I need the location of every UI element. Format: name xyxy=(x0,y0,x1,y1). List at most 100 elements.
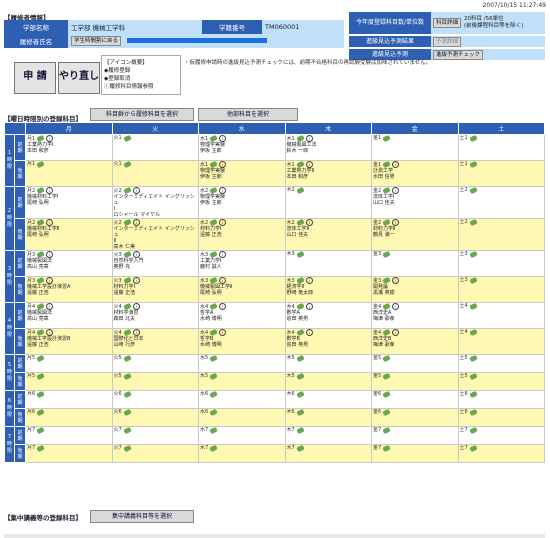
info-icon[interactable]: i xyxy=(219,161,227,168)
info-icon[interactable]: i xyxy=(392,329,400,336)
register-pencil-icon[interactable] xyxy=(382,373,391,380)
timetable-cell[interactable]: 月1 i 工業熱力学Ⅰ 本田 和彦 xyxy=(25,134,113,161)
register-pencil-icon[interactable] xyxy=(468,427,478,434)
register-pencil-icon[interactable] xyxy=(382,355,391,362)
info-icon[interactable]: i xyxy=(219,219,227,226)
timetable-cell[interactable]: 月3 i 機械製図法 高山 亮章 xyxy=(25,250,113,277)
register-pencil-icon[interactable] xyxy=(468,219,478,226)
promotion-check-button[interactable]: 進級予測チェック xyxy=(433,49,484,60)
timetable-cell[interactable]: 木7 xyxy=(284,444,372,463)
timetable-cell[interactable]: 水6 xyxy=(198,390,286,409)
info-icon[interactable]: i xyxy=(392,277,400,284)
timetable-cell[interactable]: 木3 i 経済学Ⅱ 野崎 竜太郎 xyxy=(284,276,372,303)
register-pencil-icon[interactable] xyxy=(382,409,391,416)
register-pencil-icon[interactable] xyxy=(122,135,132,142)
timetable-cell[interactable]: 土2 xyxy=(457,186,545,219)
register-pencil-icon[interactable] xyxy=(36,391,45,398)
timetable-cell[interactable]: 木6 xyxy=(284,408,372,427)
timetable-cell[interactable]: 月1 xyxy=(25,160,113,187)
register-pencil-icon[interactable] xyxy=(468,303,478,310)
register-pencil-icon[interactable] xyxy=(36,373,45,380)
register-pencil-icon[interactable] xyxy=(468,135,478,142)
register-pencil-icon[interactable] xyxy=(209,427,218,434)
info-icon[interactable]: i xyxy=(46,251,54,258)
register-pencil-icon[interactable] xyxy=(468,187,478,194)
register-pencil-icon[interactable] xyxy=(209,409,218,416)
register-pencil-icon[interactable] xyxy=(122,391,132,398)
register-pencil-icon[interactable] xyxy=(295,373,305,380)
timetable-cell[interactable]: 金6 xyxy=(371,408,459,427)
timetable-cell[interactable]: 金5 xyxy=(371,354,459,373)
timetable-cell[interactable]: 土6 xyxy=(457,390,545,409)
prediction-detail-button[interactable]: 予測詳細 xyxy=(433,36,462,47)
timetable-cell[interactable]: 木6 xyxy=(284,390,372,409)
timetable-cell[interactable]: 火5 xyxy=(111,372,199,391)
redo-button[interactable]: やり直し xyxy=(58,62,100,94)
info-icon[interactable]: i xyxy=(132,277,140,284)
info-icon[interactable]: i xyxy=(219,277,227,284)
register-pencil-icon[interactable] xyxy=(209,355,218,362)
timetable-cell[interactable]: 土7 xyxy=(457,426,545,445)
select-intensive-button[interactable]: 集中講義科目等を選択 xyxy=(90,510,194,523)
schedule-return-button[interactable]: 学生時間割に戻る xyxy=(71,36,122,46)
timetable-cell[interactable]: 月6 xyxy=(25,408,113,427)
timetable-cell[interactable]: 火5 xyxy=(111,354,199,373)
timetable-cell[interactable]: 月3 i 機械工学設計演習A 遠藤 正浩 xyxy=(25,276,113,303)
info-icon[interactable]: i xyxy=(392,161,400,168)
timetable-cell[interactable]: 水1 i 物理学実験 伊坂 主郎 xyxy=(198,134,286,161)
timetable-cell[interactable]: 金4 i 西洋史A 梅津 歌孝 xyxy=(371,302,459,329)
timetable-cell[interactable]: 月2 i 機械材料工学Ⅱ 尾崎 弘明 xyxy=(25,218,113,251)
timetable-cell[interactable]: 火1 xyxy=(111,134,199,161)
info-icon[interactable]: i xyxy=(392,303,400,310)
timetable-cell[interactable]: 水6 xyxy=(198,408,286,427)
timetable-cell[interactable]: 金1 xyxy=(371,134,459,161)
register-pencil-icon[interactable] xyxy=(295,187,305,194)
timetable-cell[interactable]: 火3 i 自然科学入門 奥野 充 xyxy=(111,250,199,277)
info-icon[interactable]: i xyxy=(46,329,54,336)
timetable-cell[interactable]: 木2 xyxy=(284,186,372,219)
info-icon[interactable]: i xyxy=(46,135,54,142)
register-pencil-icon[interactable] xyxy=(468,391,478,398)
info-icon[interactable]: i xyxy=(392,187,400,194)
info-icon[interactable]: i xyxy=(132,329,140,336)
timetable-cell[interactable]: 火6 xyxy=(111,408,199,427)
timetable-cell[interactable]: 水7 xyxy=(198,426,286,445)
timetable-cell[interactable]: 金4 i 西洋史B 梅津 歌孝 xyxy=(371,328,459,355)
timetable-cell[interactable]: 金5 xyxy=(371,372,459,391)
timetable-cell[interactable]: 金7 xyxy=(371,426,459,445)
timetable-cell[interactable]: 木4 i 數学A 追田 英男 xyxy=(284,302,372,329)
info-icon[interactable]: i xyxy=(305,135,313,142)
timetable-cell[interactable]: 木1 i 機械製図工法 鈴木 一郎 xyxy=(284,134,372,161)
timetable-cell[interactable]: 水5 xyxy=(198,372,286,391)
timetable-cell[interactable]: 金3 xyxy=(371,250,459,277)
timetable-cell[interactable]: 土5 xyxy=(457,372,545,391)
timetable-cell[interactable]: 月4 i 機械工学設計演習B 遠藤 正浩 xyxy=(25,328,113,355)
register-pencil-icon[interactable] xyxy=(468,445,478,452)
info-icon[interactable]: i xyxy=(305,277,313,284)
info-icon[interactable]: i xyxy=(305,303,313,310)
timetable-cell[interactable]: 金3 i 開発論 黒瀬 英樹 xyxy=(371,276,459,303)
register-pencil-icon[interactable] xyxy=(295,251,305,258)
register-pencil-icon[interactable] xyxy=(468,373,478,380)
apply-button[interactable]: 申 請 xyxy=(14,62,56,94)
register-pencil-icon[interactable] xyxy=(382,391,391,398)
timetable-cell[interactable]: 木7 xyxy=(284,426,372,445)
timetable-cell[interactable]: 土1 xyxy=(457,160,545,187)
timetable-cell[interactable]: 月4 i 機械製図法 高山 亮章 xyxy=(25,302,113,329)
timetable-cell[interactable]: 金2 i 材料力学Ⅱ 鶴見 満一 xyxy=(371,218,459,251)
timetable-cell[interactable]: 金7 xyxy=(371,444,459,463)
info-icon[interactable]: i xyxy=(219,251,227,258)
timetable-cell[interactable]: 木1 i 工業熱力学Ⅱ 本田 和彦 xyxy=(284,160,372,187)
register-pencil-icon[interactable] xyxy=(209,391,218,398)
register-pencil-icon[interactable] xyxy=(295,355,305,362)
register-pencil-icon[interactable] xyxy=(122,161,132,168)
info-icon[interactable]: i xyxy=(305,161,313,168)
register-pencil-icon[interactable] xyxy=(122,445,132,452)
timetable-cell[interactable]: 火6 xyxy=(111,390,199,409)
register-pencil-icon[interactable] xyxy=(36,427,45,434)
register-pencil-icon[interactable] xyxy=(295,391,305,398)
timetable-cell[interactable]: 火4 i 国際化と日本 山崎 行彦 xyxy=(111,328,199,355)
register-pencil-icon[interactable] xyxy=(382,427,391,434)
info-icon[interactable]: i xyxy=(132,303,140,310)
timetable-cell[interactable]: 火2 i インターミディエイト イングリッシュ Ⅰ ロシャール マイケル xyxy=(111,186,199,219)
